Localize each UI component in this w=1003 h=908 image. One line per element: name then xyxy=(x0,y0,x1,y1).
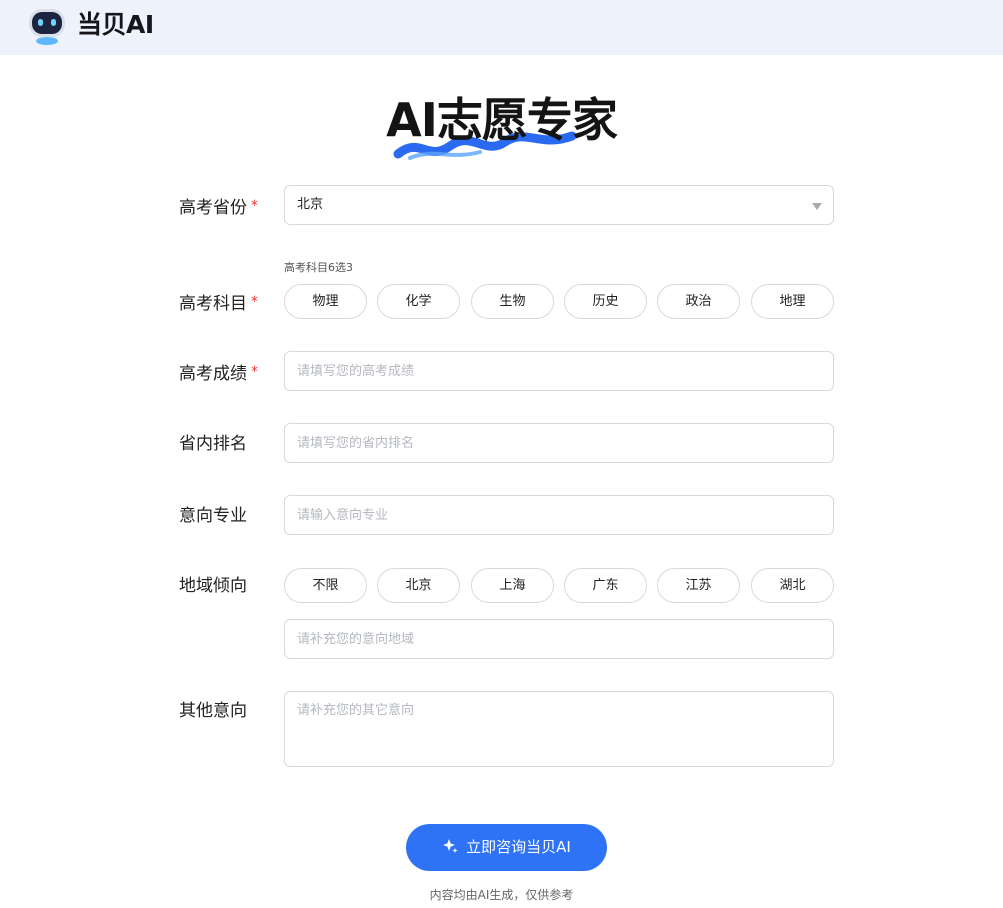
major-field xyxy=(284,495,834,535)
rank-field xyxy=(284,423,834,463)
region-chip-shanghai[interactable]: 上海 xyxy=(471,568,554,603)
region-chip-beijing[interactable]: 北京 xyxy=(377,568,460,603)
subject-chip-chemistry[interactable]: 化学 xyxy=(377,284,460,319)
sparkle-icon xyxy=(443,839,458,853)
brand-name[interactable]: 当贝AI xyxy=(77,8,154,42)
subject-chip-physics[interactable]: 物理 xyxy=(284,284,367,319)
subject-chip-history[interactable]: 历史 xyxy=(564,284,647,319)
subjects-hint: 高考科目6选3 xyxy=(284,261,353,274)
score-field xyxy=(284,351,834,391)
major-input[interactable] xyxy=(285,496,833,534)
subject-chip-biology[interactable]: 生物 xyxy=(471,284,554,319)
province-select-value: 北京 xyxy=(297,197,324,212)
rank-input[interactable] xyxy=(285,424,833,462)
score-label: 高考成绩 * xyxy=(179,360,258,386)
hero: AI志愿专家 xyxy=(0,84,1003,174)
region-chip-guangdong[interactable]: 广东 xyxy=(564,568,647,603)
subject-chip-geography[interactable]: 地理 xyxy=(751,284,834,319)
required-mark: * xyxy=(251,198,258,214)
subjects-label-text: 高考科目 xyxy=(179,294,247,314)
other-textarea[interactable] xyxy=(285,692,833,766)
region-chip-jiangsu[interactable]: 江苏 xyxy=(657,568,740,603)
score-label-text: 高考成绩 xyxy=(179,364,247,384)
chevron-down-icon[interactable] xyxy=(812,203,822,210)
region-chip-hubei[interactable]: 湖北 xyxy=(751,568,834,603)
robot-logo-icon[interactable] xyxy=(26,6,68,46)
subject-chip-politics[interactable]: 政治 xyxy=(657,284,740,319)
page-title: AI志愿专家 xyxy=(386,93,618,147)
province-select[interactable]: 北京 xyxy=(284,185,834,225)
consult-button[interactable]: 立即咨询当贝AI xyxy=(406,824,607,871)
rank-label: 省内排名 xyxy=(179,434,247,454)
region-extra-input[interactable] xyxy=(285,620,833,658)
region-label: 地域倾向 xyxy=(179,576,247,596)
major-label: 意向专业 xyxy=(179,506,247,526)
top-bar: 当贝AI xyxy=(0,0,1003,55)
subjects-label: 高考科目 * xyxy=(179,290,258,316)
region-chip-any[interactable]: 不限 xyxy=(284,568,367,603)
region-extra-field xyxy=(284,619,834,659)
other-label: 其他意向 xyxy=(179,701,247,721)
other-field xyxy=(284,691,834,767)
score-input[interactable] xyxy=(285,352,833,390)
province-label: 高考省份 * xyxy=(179,194,258,220)
consult-button-label: 立即咨询当贝AI xyxy=(466,838,571,856)
required-mark: * xyxy=(251,294,258,310)
province-label-text: 高考省份 xyxy=(179,198,247,218)
required-mark: * xyxy=(251,364,258,380)
ai-disclaimer: 内容均由AI生成，仅供参考 xyxy=(429,888,574,902)
